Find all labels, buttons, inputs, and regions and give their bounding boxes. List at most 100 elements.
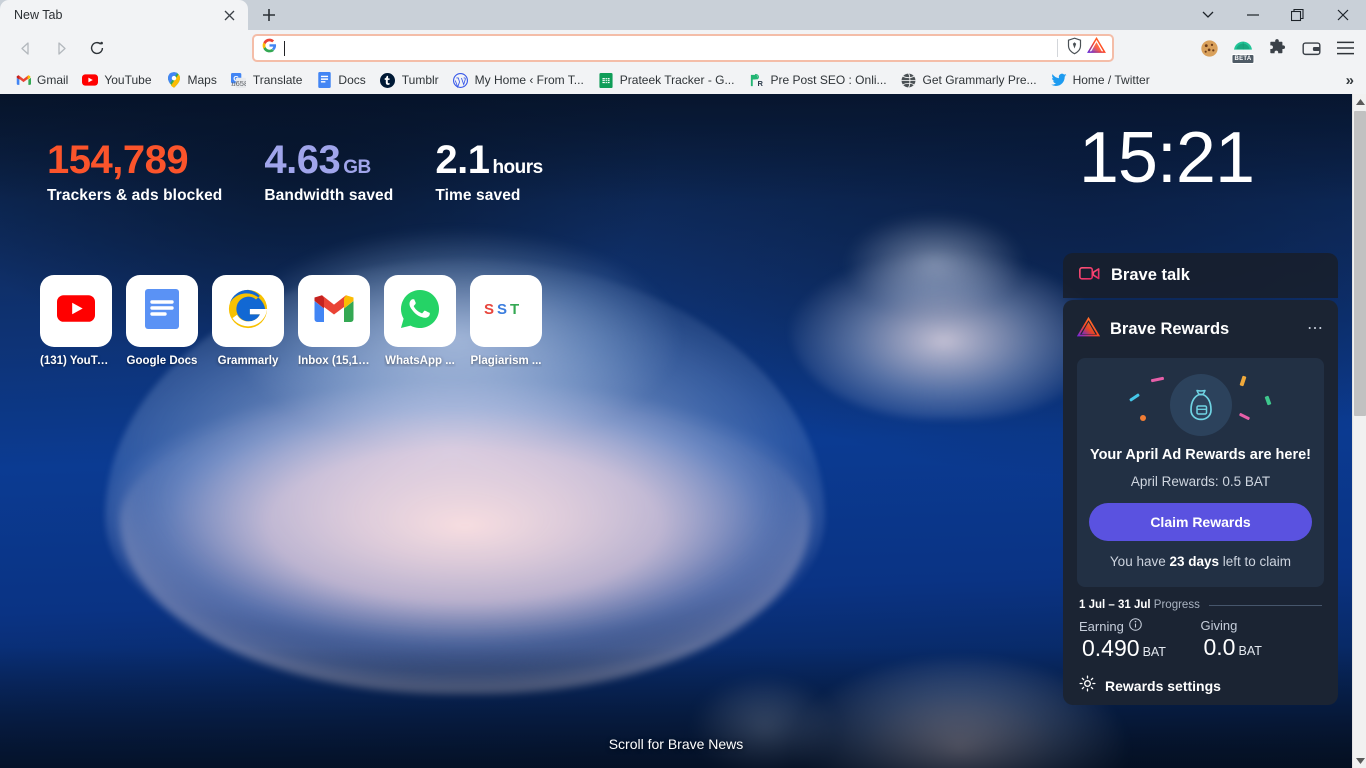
gear-icon xyxy=(1079,675,1096,697)
tile-label: Google Docs xyxy=(126,355,198,367)
grant-amount: April Rewards: 0.5 BAT xyxy=(1089,474,1312,489)
forward-arrow-icon[interactable] xyxy=(45,33,77,63)
background-jellyfish-main-rim xyxy=(120,394,810,694)
toolbar-icons: BETA xyxy=(1192,33,1362,64)
browser-tab[interactable]: New Tab xyxy=(0,0,248,30)
bookmark-grammarly[interactable]: Get Grammarly Pre... xyxy=(894,69,1044,91)
scrollbar-thumb[interactable] xyxy=(1354,111,1366,416)
wallet-card-icon[interactable] xyxy=(1296,33,1326,63)
bookmarks-overflow-icon[interactable]: » xyxy=(1340,72,1360,89)
bookmark-tumblr[interactable]: Tumblr xyxy=(373,69,446,91)
bookmark-label: Tumblr xyxy=(401,73,439,87)
progress-header: 1 Jul – 31 Jul Progress xyxy=(1079,599,1322,611)
scroll-up-icon[interactable] xyxy=(1353,94,1366,109)
tile-grammarly[interactable]: Grammarly xyxy=(212,275,284,367)
rewards-title: Brave Rewards xyxy=(1110,319,1230,338)
svg-text:S: S xyxy=(497,301,507,318)
bookmark-label: Gmail xyxy=(37,73,69,87)
bat-triangle-icon[interactable] xyxy=(1087,36,1106,59)
sst-icon: S S T xyxy=(482,299,530,324)
bookmark-wordpress[interactable]: My Home ‹ From T... xyxy=(446,69,591,91)
tile-icon-box[interactable] xyxy=(40,275,112,347)
text-cursor xyxy=(284,40,285,56)
rewards-header: Brave Rewards ⋯ xyxy=(1076,312,1324,346)
hamburger-menu-icon[interactable] xyxy=(1330,33,1360,63)
bookmark-twitter[interactable]: Home / Twitter xyxy=(1044,69,1157,91)
plus-icon[interactable] xyxy=(254,1,284,29)
tile-label: Grammarly xyxy=(217,355,279,367)
stat-label: Bandwidth saved xyxy=(264,187,394,204)
cookie-icon[interactable] xyxy=(1194,33,1224,63)
google-docs-icon xyxy=(316,72,332,88)
twitter-icon xyxy=(1050,72,1067,88)
rewards-settings-link[interactable]: Rewards settings xyxy=(1079,675,1322,705)
bookmark-prepostseo[interactable]: R Pre Post SEO : Onli... xyxy=(741,69,893,91)
grant-expiry-days: 23 days xyxy=(1169,553,1220,569)
maximize-icon[interactable] xyxy=(1275,0,1320,30)
google-sheets-icon xyxy=(598,72,614,88)
brave-talk-widget[interactable]: Brave talk xyxy=(1063,253,1338,298)
background-jellyfish-upper xyxy=(790,214,1110,419)
earning-value: 0.490 xyxy=(1082,635,1140,662)
earning-amount: Earning 0.490 BAT xyxy=(1079,618,1201,662)
bookmark-gmail[interactable]: Gmail xyxy=(8,69,75,91)
tile-google-docs[interactable]: Google Docs xyxy=(126,275,198,367)
bookmark-translate[interactable]: G \u6587 Translate xyxy=(224,69,310,91)
tile-label: Inbox (15,103) xyxy=(298,355,370,367)
bookmark-docs[interactable]: Docs xyxy=(309,69,372,91)
bookmarks-bar: Gmail YouTube Maps G \u6587 Tran xyxy=(0,66,1366,94)
gmail-icon xyxy=(15,72,31,88)
tile-youtube[interactable]: (131) YouTube xyxy=(40,275,112,367)
tile-icon-box[interactable] xyxy=(126,275,198,347)
tile-icon-box[interactable] xyxy=(298,275,370,347)
grant-title: Your April Ad Rewards are here! xyxy=(1089,447,1312,463)
svg-text:R: R xyxy=(758,79,764,88)
bookmark-label: Pre Post SEO : Onli... xyxy=(770,73,887,87)
tumblr-icon xyxy=(380,72,396,88)
bookmark-sheets[interactable]: Prateek Tracker - G... xyxy=(591,69,742,91)
reload-icon[interactable] xyxy=(81,33,113,63)
claim-rewards-button[interactable]: Claim Rewards xyxy=(1089,502,1312,541)
confetti xyxy=(1264,395,1272,406)
minimize-icon[interactable] xyxy=(1230,0,1275,30)
scroll-hint[interactable]: Scroll for Brave News xyxy=(0,736,1352,752)
omnibox-divider xyxy=(1057,39,1058,57)
bookmark-youtube[interactable]: YouTube xyxy=(75,69,158,91)
google-g-icon xyxy=(262,38,277,58)
prepostseo-icon: R xyxy=(748,72,764,88)
wordpress-icon xyxy=(453,72,469,88)
tab-title: New Tab xyxy=(14,8,63,22)
tile-inbox[interactable]: Inbox (15,103) xyxy=(298,275,370,367)
stat-unit: GB xyxy=(343,157,371,178)
extensions-puzzle-icon[interactable] xyxy=(1262,33,1292,63)
back-arrow-icon[interactable] xyxy=(9,33,41,63)
chevron-down-icon[interactable] xyxy=(1185,0,1230,30)
rewards-settings-label: Rewards settings xyxy=(1105,678,1221,695)
google-docs-icon xyxy=(145,288,179,334)
address-bar[interactable] xyxy=(252,34,1114,62)
tile-icon-box[interactable] xyxy=(212,275,284,347)
tile-whatsapp[interactable]: WhatsApp ... xyxy=(384,275,456,367)
brave-wallet-beta-icon[interactable]: BETA xyxy=(1228,33,1258,64)
info-icon[interactable] xyxy=(1129,618,1142,634)
bookmark-maps[interactable]: Maps xyxy=(159,69,224,91)
rewards-grant-box: Your April Ad Rewards are here! April Re… xyxy=(1077,358,1324,588)
vertical-scrollbar[interactable] xyxy=(1352,94,1366,768)
video-camera-icon xyxy=(1079,265,1100,287)
giving-label: Giving xyxy=(1200,618,1238,634)
stat-bandwidth-saved: 4.63 GB Bandwidth saved xyxy=(264,139,393,205)
close-icon[interactable] xyxy=(1320,0,1366,30)
tile-icon-box[interactable] xyxy=(384,275,456,347)
tile-plagiarism[interactable]: S S T Plagiarism ... xyxy=(470,275,542,367)
scroll-down-icon[interactable] xyxy=(1353,753,1366,768)
close-icon[interactable] xyxy=(219,5,239,25)
stat-value: 2.1 xyxy=(435,138,490,182)
earning-label: Earning xyxy=(1079,618,1124,634)
bookmark-label: Maps xyxy=(187,73,217,87)
progress-range-suffix: Progress xyxy=(1150,599,1200,612)
brave-shield-icon[interactable] xyxy=(1066,37,1083,60)
more-options-icon[interactable]: ⋯ xyxy=(1307,321,1324,336)
svg-text:T: T xyxy=(510,301,519,318)
svg-text:\u6587: \u6587 xyxy=(231,79,246,88)
tile-icon-box[interactable]: S S T xyxy=(470,275,542,347)
